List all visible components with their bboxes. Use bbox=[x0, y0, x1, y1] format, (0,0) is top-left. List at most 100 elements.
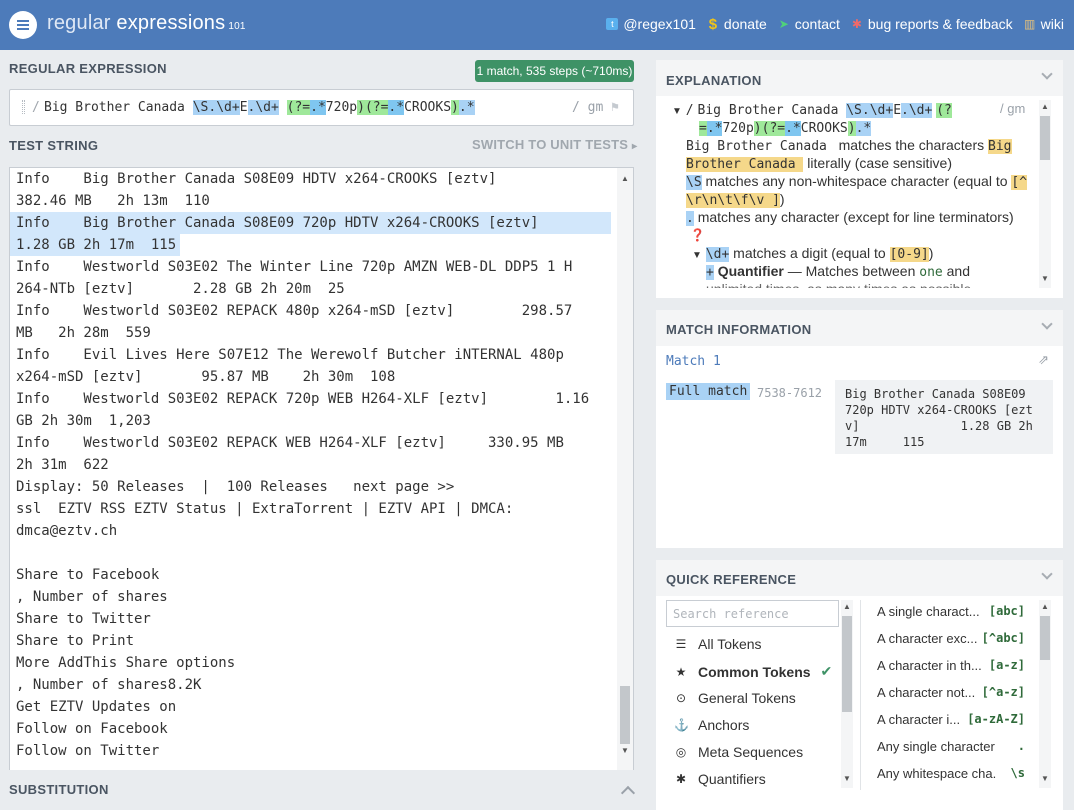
test-string-scrollbar[interactable]: ▲ ▼ bbox=[617, 168, 633, 810]
test-string-line: ssl EZTV RSS EZTV Status | ExtraTorrent … bbox=[16, 501, 514, 517]
app-logo[interactable]: regular expressions 101 bbox=[47, 12, 246, 35]
quick-ref-item[interactable]: A character i... [a-zA-Z] bbox=[656, 712, 1063, 732]
match-value-line: Big Brother Canada S08E09 bbox=[845, 387, 1026, 401]
nav-label: wiki bbox=[1040, 16, 1064, 32]
regex-flags-text: / gm bbox=[572, 100, 604, 115]
match-value-line: 720p HDTV x264-CROOKS [ezt bbox=[845, 403, 1033, 417]
expl-text: matches the characters bbox=[834, 137, 989, 153]
regex-pattern-text[interactable]: Big Brother Canada \S.\d+E.\d+ (?=.*720p… bbox=[44, 100, 475, 115]
regex-input[interactable]: / Big Brother Canada \S.\d+E.\d+ (?=.*72… bbox=[9, 89, 634, 126]
expl-literal: CROOKS bbox=[800, 121, 848, 136]
quick-ref-item[interactable]: A character in th... [a-z] bbox=[656, 658, 1063, 678]
regex-token: .* bbox=[310, 100, 326, 115]
scroll-down-arrow-icon[interactable]: ▼ bbox=[1040, 274, 1050, 284]
bank-icon: ▥ bbox=[1023, 17, 1036, 31]
substitution-title: SUBSTITUTION bbox=[9, 782, 109, 797]
nav-label: @regex101 bbox=[623, 16, 696, 32]
quick-ref-item[interactable]: Any whitespace cha... \s bbox=[656, 766, 1063, 786]
nav-donate-link[interactable]: $ donate bbox=[707, 16, 767, 33]
match-information-header[interactable]: MATCH INFORMATION bbox=[656, 310, 1063, 346]
scrollbar-thumb[interactable] bbox=[1040, 116, 1050, 160]
switch-to-unit-tests-button[interactable]: SWITCH TO UNIT TESTS ▸ bbox=[472, 137, 637, 152]
caret-right-icon: ▸ bbox=[631, 141, 638, 152]
scroll-down-arrow-icon[interactable]: ▼ bbox=[620, 746, 630, 756]
expl-literal: Big Brother Canada bbox=[697, 103, 847, 118]
scrollbar-thumb[interactable] bbox=[1040, 616, 1050, 660]
regex-token: 720p bbox=[325, 100, 358, 115]
nav-label: donate bbox=[723, 16, 767, 32]
explanation-header[interactable]: EXPLANATION bbox=[656, 60, 1063, 96]
quick-ref-item-token: [a-z] bbox=[988, 658, 1025, 672]
explanation-panel: EXPLANATION ▼ / Big Brother Canada \S. \d… bbox=[656, 60, 1063, 298]
scroll-down-arrow-icon[interactable]: ▼ bbox=[1040, 774, 1050, 784]
test-string-line: Info Evil Lives Here S07E12 The Werewolf… bbox=[16, 347, 564, 363]
expl-token: .* bbox=[785, 121, 801, 136]
expl-slash: / bbox=[685, 103, 694, 118]
scroll-up-arrow-icon[interactable]: ▲ bbox=[1040, 602, 1050, 612]
chevron-down-icon[interactable] bbox=[1041, 318, 1053, 330]
substitution-section[interactable]: SUBSTITUTION bbox=[0, 770, 643, 810]
caret-down-icon[interactable]: ▼ bbox=[672, 106, 682, 117]
quick-ref-item-token: [^abc] bbox=[981, 631, 1025, 645]
match-information-panel: MATCH INFORMATION Match 1 ⇗ Full match 7… bbox=[656, 310, 1063, 548]
quick-ref-item-token: \s bbox=[1010, 766, 1025, 780]
expl-code: \S bbox=[686, 175, 702, 190]
question-circle-icon[interactable]: ❓ bbox=[690, 226, 705, 244]
quick-reference-header[interactable]: QUICK REFERENCE bbox=[656, 560, 1063, 596]
quick-ref-item[interactable]: A character not... [^a-z] bbox=[656, 685, 1063, 705]
test-string-line: Info Big Brother Canada S08E09 HDTV x264… bbox=[16, 171, 497, 187]
quick-ref-item[interactable]: A single charact... [abc] bbox=[656, 604, 1063, 624]
explanation-item-literal-cont: Brother Canada literally (case sensitive… bbox=[686, 154, 952, 174]
chevron-up-icon[interactable] bbox=[620, 785, 636, 801]
tokens-scrollbar[interactable]: ▲ ▼ bbox=[1039, 600, 1051, 788]
nav-label: bug reports & feedback bbox=[867, 16, 1013, 32]
caret-down-icon[interactable]: ▼ bbox=[692, 250, 702, 261]
quick-ref-item-label: Any whitespace cha... bbox=[877, 766, 997, 781]
drag-grip-icon[interactable] bbox=[22, 100, 25, 114]
match-value-line: v] 1.28 GB 2h bbox=[845, 419, 1033, 433]
explanation-title: EXPLANATION bbox=[666, 73, 762, 88]
scroll-up-arrow-icon[interactable]: ▲ bbox=[620, 174, 630, 184]
scroll-up-arrow-icon[interactable]: ▲ bbox=[1040, 102, 1050, 112]
share-match-icon[interactable]: ⇗ bbox=[1038, 352, 1049, 368]
nav-wiki-link[interactable]: ▥ wiki bbox=[1024, 16, 1064, 32]
header-nav: t @regex101 $ donate ➤ contact ✱ bug reports… bbox=[606, 16, 1064, 33]
expl-text: matches any character (except for line t… bbox=[693, 209, 1014, 225]
test-string-title: TEST STRING bbox=[9, 138, 99, 153]
explanation-scrollbar[interactable]: ▲ ▼ bbox=[1039, 100, 1051, 288]
explanation-item-unlimited: unlimited times, as many times as possib… bbox=[706, 280, 971, 288]
chevron-down-icon[interactable] bbox=[1041, 68, 1053, 80]
expl-text: and bbox=[942, 263, 970, 279]
nav-contact-link[interactable]: ➤ contact bbox=[778, 16, 840, 32]
test-string-line: Share to Facebook bbox=[16, 567, 160, 583]
test-string-line: GB 2h 30m 1,203 bbox=[16, 413, 151, 429]
test-string-line: MB 2h 28m 559 bbox=[16, 325, 151, 341]
regex-flags-button[interactable]: / gm ⚑ bbox=[572, 100, 619, 115]
expl-token: ) bbox=[753, 121, 762, 136]
expl-hl: Big bbox=[988, 139, 1012, 154]
explanation-item-literal: Big Brother Canada matches the character… bbox=[686, 136, 1012, 156]
nav-twitter-link[interactable]: t @regex101 bbox=[606, 16, 696, 32]
explanation-flags: / gm bbox=[1000, 101, 1026, 116]
expl-text: — Matches between bbox=[783, 263, 920, 279]
hamburger-menu-button[interactable] bbox=[9, 11, 37, 39]
quick-reference-panel: QUICK REFERENCE Search reference ☰ All To… bbox=[656, 560, 1063, 810]
test-string-line: 264-NTb [eztv] 2.28 GB 2h 20m 25 bbox=[16, 281, 345, 297]
expl-text: ) bbox=[928, 245, 934, 261]
switch-label: SWITCH TO UNIT TESTS bbox=[472, 137, 629, 152]
quick-ref-item-token: . bbox=[1017, 739, 1025, 753]
expl-code: . bbox=[686, 211, 694, 226]
regex-token: .\d+ bbox=[247, 100, 279, 115]
expl-hl: Brother Canada bbox=[686, 157, 804, 172]
quick-ref-item[interactable]: Any single character. bbox=[656, 739, 1063, 759]
chevron-down-icon[interactable] bbox=[1041, 568, 1053, 580]
scrollbar-thumb[interactable] bbox=[620, 686, 630, 744]
test-string-editor[interactable]: Info Big Brother Canada S08E09 HDTV x264… bbox=[9, 167, 634, 810]
quick-ref-item-token: [a-zA-Z] bbox=[967, 712, 1025, 726]
test-string-line: Info Westworld S03E02 The Winter Line 72… bbox=[16, 259, 573, 275]
quick-ref-item[interactable]: A character exc... [^abc] bbox=[656, 631, 1063, 651]
nav-bug-reports-link[interactable]: ✱ bug reports & feedback bbox=[851, 16, 1013, 32]
test-string-line: Info Big Brother Canada S08E09 720p HDTV… bbox=[16, 215, 539, 231]
expl-code: \d+ bbox=[705, 247, 730, 262]
expl-token: .* bbox=[706, 121, 723, 136]
